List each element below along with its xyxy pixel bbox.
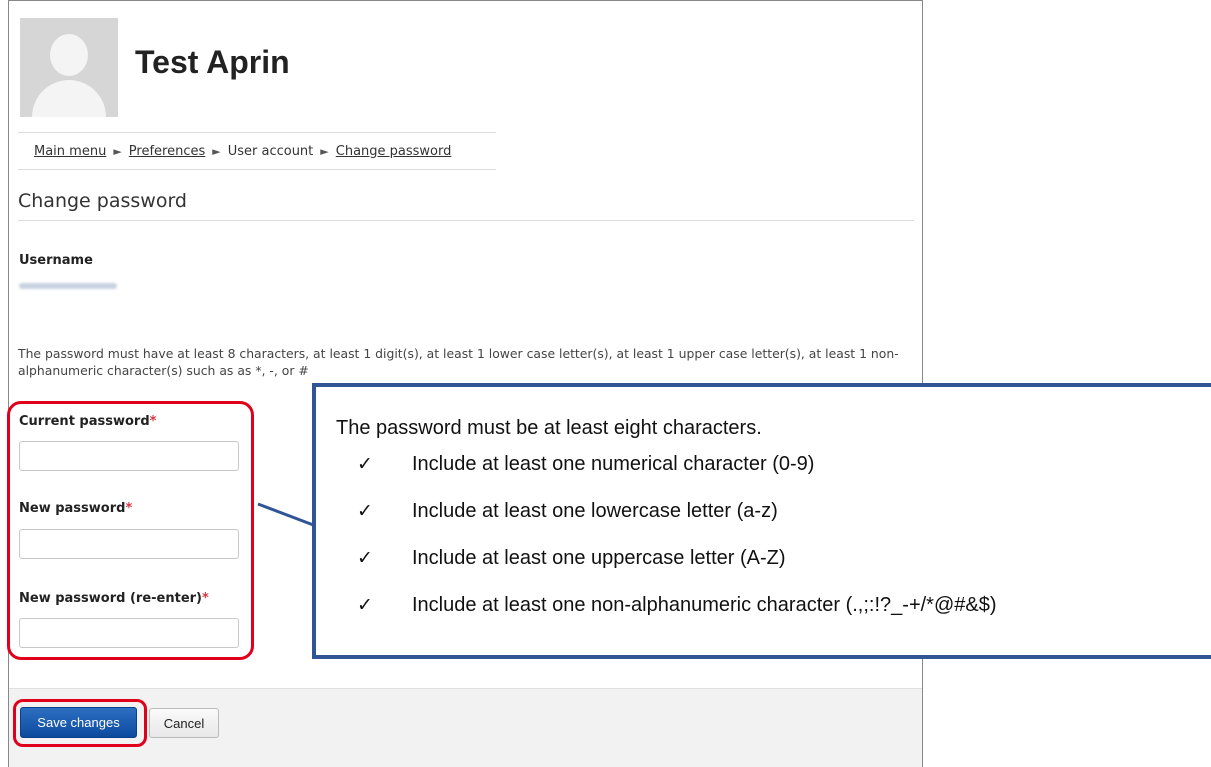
username-value-blurred	[19, 281, 117, 291]
list-item: ✓ Include at least one numerical characte…	[357, 453, 997, 500]
check-icon: ✓	[357, 453, 373, 475]
breadcrumb-main-menu[interactable]: Main menu	[34, 144, 106, 159]
check-icon: ✓	[357, 500, 373, 522]
page-title: Change password	[18, 190, 187, 212]
breadcrumb-user-account: User account	[227, 143, 314, 159]
check-icon: ✓	[357, 594, 373, 616]
list-item: ✓ Include at least one non-alphanumeric c…	[357, 594, 997, 641]
cancel-button[interactable]: Cancel	[149, 708, 219, 738]
username-label: Username	[19, 253, 93, 268]
callout-title: The password must be at least eight char…	[336, 417, 762, 439]
list-item: ✓ Include at least one uppercase letter (…	[357, 547, 997, 594]
breadcrumb: Main menu ► Preferences ► User account ►…	[18, 132, 496, 170]
breadcrumb-arrow-icon: ►	[113, 144, 122, 158]
requirement-text: Include at least one lowercase letter (a…	[412, 500, 778, 522]
avatar	[20, 18, 118, 117]
requirement-text: Include at least one non-alphanumeric ch…	[412, 594, 997, 616]
breadcrumb-change-password[interactable]: Change password	[336, 144, 452, 159]
avatar-head-shape	[50, 34, 88, 76]
check-icon: ✓	[357, 547, 373, 569]
avatar-body-shape	[32, 80, 106, 117]
profile-name: Test Aprin	[135, 44, 290, 80]
requirements-list: ✓ Include at least one numerical characte…	[357, 453, 997, 641]
breadcrumb-arrow-icon: ►	[320, 144, 329, 158]
list-item: ✓ Include at least one lowercase letter (…	[357, 500, 997, 547]
password-policy-text: The password must have at least 8 charac…	[18, 346, 899, 378]
breadcrumb-arrow-icon: ►	[212, 144, 221, 158]
requirement-text: Include at least one uppercase letter (A…	[412, 547, 786, 569]
heading-divider	[18, 220, 914, 221]
password-fields-highlight	[7, 401, 254, 660]
breadcrumb-preferences[interactable]: Preferences	[129, 144, 205, 159]
save-button-highlight	[13, 699, 147, 747]
requirement-text: Include at least one numerical character…	[412, 453, 815, 475]
password-requirements-callout: The password must be at least eight char…	[312, 383, 1211, 659]
